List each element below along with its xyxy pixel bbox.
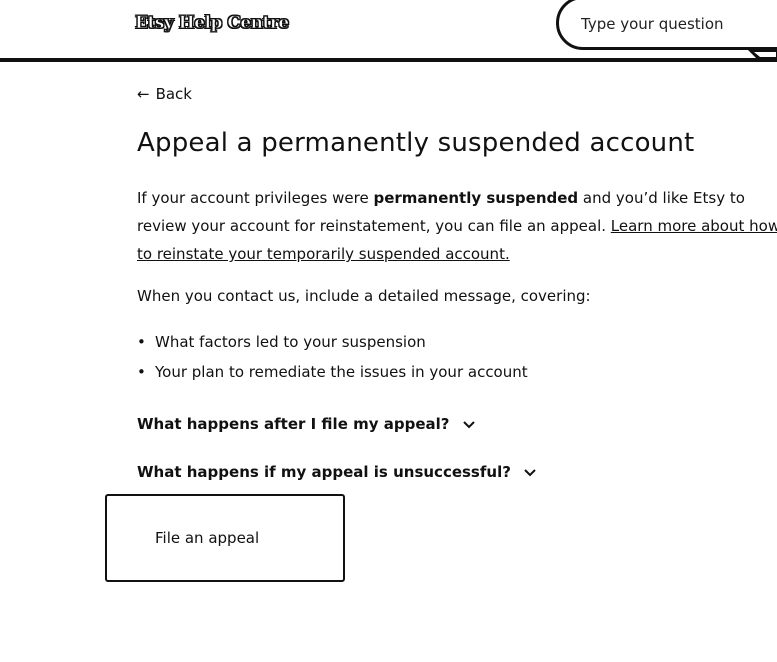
intro-paragraph: If your account privileges were permanen…: [137, 184, 777, 268]
list-item: Your plan to remediate the issues in you…: [137, 360, 528, 390]
page-title: Appeal a permanently suspended account: [137, 128, 695, 158]
faq-question: What happens if my appeal is unsuccessfu…: [137, 463, 511, 481]
divider-corner-decoration: [748, 50, 777, 60]
faq-unsuccessful-toggle[interactable]: What happens if my appeal is unsuccessfu…: [137, 463, 536, 481]
contact-instructions: When you contact us, include a detailed …: [137, 287, 591, 305]
back-label: Back: [155, 85, 192, 103]
etsy-help-centre-logo[interactable]: Etsy Help Centre: [135, 13, 290, 34]
back-link[interactable]: ← Back: [137, 85, 192, 103]
site-header: Etsy Help Centre: [0, 0, 777, 62]
faq-after-appeal-toggle[interactable]: What happens after I file my appeal?: [137, 415, 475, 433]
intro-text-1: If your account privileges were: [137, 189, 374, 207]
header-divider: [0, 58, 777, 62]
covering-list: What factors led to your suspension Your…: [137, 330, 528, 390]
search-input[interactable]: [581, 15, 777, 33]
arrow-left-icon: ←: [137, 85, 150, 103]
file-an-appeal-button[interactable]: File an appeal: [105, 494, 345, 582]
chevron-down-icon: [524, 468, 536, 476]
search-box[interactable]: [556, 0, 777, 50]
chevron-down-icon: [462, 420, 475, 428]
faq-question: What happens after I file my appeal?: [137, 415, 450, 433]
list-item: What factors led to your suspension: [137, 330, 528, 360]
intro-bold-text: permanently suspended: [373, 189, 579, 207]
